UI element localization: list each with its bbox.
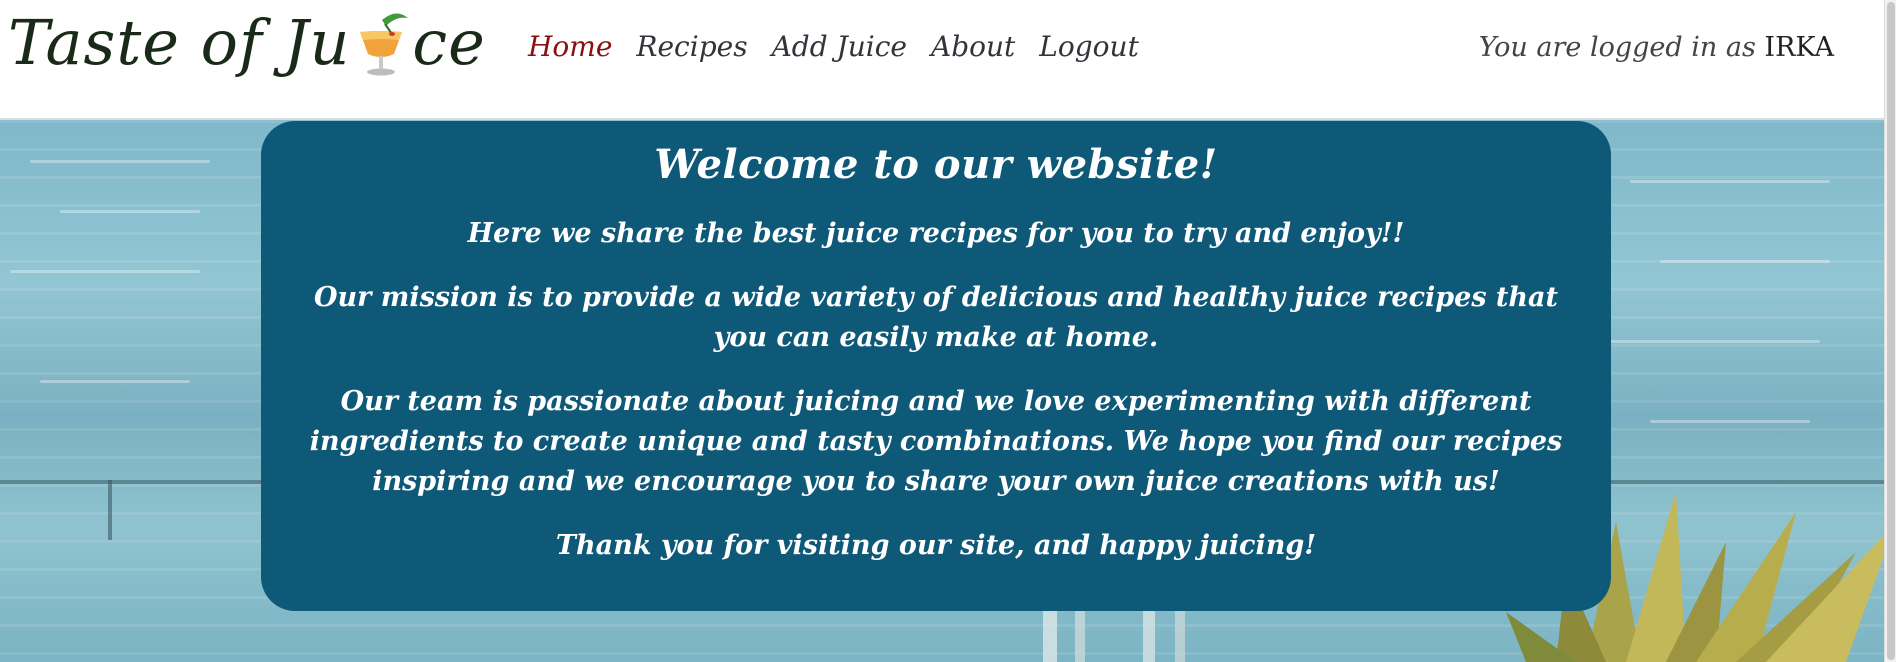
- bottle-image: [1043, 610, 1185, 662]
- welcome-card: Welcome to our website! Here we share th…: [261, 121, 1611, 611]
- scrollbar-thumb[interactable]: [1887, 2, 1895, 660]
- top-header: Taste of Ju ce Home Recipes Add Juice Ab…: [0, 0, 1884, 120]
- login-status-prefix: You are logged in as: [1478, 32, 1756, 63]
- welcome-thanks: Thank you for visiting our site, and hap…: [555, 530, 1317, 561]
- main-nav: Home Recipes Add Juice About Logout: [528, 30, 1139, 63]
- nav-add-juice[interactable]: Add Juice: [772, 30, 907, 63]
- tropical-drink-icon: [352, 4, 410, 80]
- welcome-title: Welcome to our website!: [654, 141, 1218, 188]
- page-scrollbar[interactable]: [1884, 0, 1896, 662]
- logo-text-left: Taste of Ju: [8, 5, 351, 79]
- welcome-mission: Our mission is to provide a wide variety…: [314, 282, 1558, 353]
- login-status: You are logged in as IRKA: [1479, 32, 1834, 63]
- nav-logout[interactable]: Logout: [1039, 30, 1139, 63]
- nav-home[interactable]: Home: [528, 30, 612, 63]
- site-logo[interactable]: Taste of Ju ce: [8, 4, 486, 80]
- logo-text-right: ce: [412, 5, 486, 79]
- nav-about[interactable]: About: [931, 30, 1015, 63]
- welcome-team: Our team is passionate about juicing and…: [309, 386, 1563, 497]
- username: IRKA: [1764, 32, 1834, 63]
- welcome-intro: Here we share the best juice recipes for…: [467, 218, 1405, 249]
- nav-recipes[interactable]: Recipes: [636, 30, 747, 63]
